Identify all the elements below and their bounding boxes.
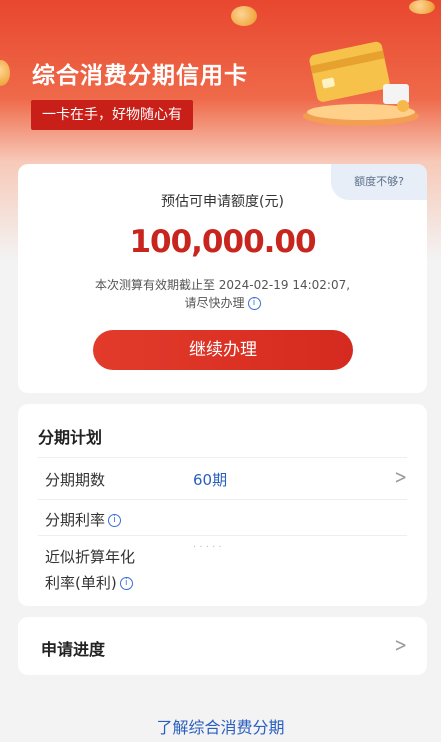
- coin-decoration: [231, 6, 257, 26]
- learn-more-link[interactable]: 了解综合消费分期: [0, 714, 441, 738]
- installment-rate-row: 分期利率 i: [38, 499, 407, 536]
- annual-rate-row: 近似折算年化 利率(单利) i · · · · ·: [38, 535, 407, 598]
- installment-periods-row[interactable]: 分期期数 60期 >: [38, 457, 407, 500]
- coin-decoration: [409, 0, 435, 14]
- row-label: 分期期数: [45, 471, 106, 489]
- info-icon[interactable]: i: [108, 514, 122, 527]
- continue-button[interactable]: 继续办理: [93, 330, 353, 370]
- quota-card: 额度不够? 预估可申请额度(元) 100,000.00 本次测算有效期截止至 2…: [18, 164, 427, 393]
- validity-line: 请尽快办理 i: [18, 294, 427, 312]
- credit-card-illustration: [303, 41, 419, 126]
- annual-rate-label-line2: 利率(单利): [45, 574, 117, 592]
- chevron-right-icon: >: [394, 633, 407, 657]
- info-icon[interactable]: i: [247, 297, 261, 310]
- installment-plan-card: 分期计划 分期期数 60期 > 分期利率 i 近似折算年化 利率(单利) i · ·…: [18, 404, 427, 606]
- application-progress-row[interactable]: 申请进度 >: [18, 617, 427, 675]
- quota-label: 预估可申请额度(元): [161, 194, 284, 210]
- coin-decoration: [0, 60, 10, 86]
- periods-value: 60期: [193, 471, 228, 489]
- annual-rate-value: · · · · ·: [193, 542, 222, 553]
- row-label: 分期利率 i: [45, 509, 122, 530]
- annual-rate-label-line1: 近似折算年化: [45, 548, 136, 566]
- rate-label: 分期利率: [45, 511, 106, 529]
- row-label: 近似折算年化 利率(单利) i: [45, 544, 135, 596]
- plan-title: 分期计划: [38, 428, 103, 447]
- page-title: 综合消费分期信用卡: [32, 63, 248, 89]
- quota-amount: 100,000.00: [129, 224, 316, 260]
- slogan-badge: 一卡在手，好物随心有: [31, 100, 193, 130]
- progress-label: 申请进度: [41, 640, 106, 659]
- validity-notice: 本次测算有效期截止至 2024-02-19 14:02:07, 请尽快办理 i: [18, 276, 427, 312]
- chevron-right-icon: >: [394, 465, 407, 489]
- info-icon[interactable]: i: [119, 577, 133, 590]
- validity-hint: 请尽快办理: [184, 296, 245, 310]
- validity-line: 本次测算有效期截止至 2024-02-19 14:02:07,: [94, 278, 351, 292]
